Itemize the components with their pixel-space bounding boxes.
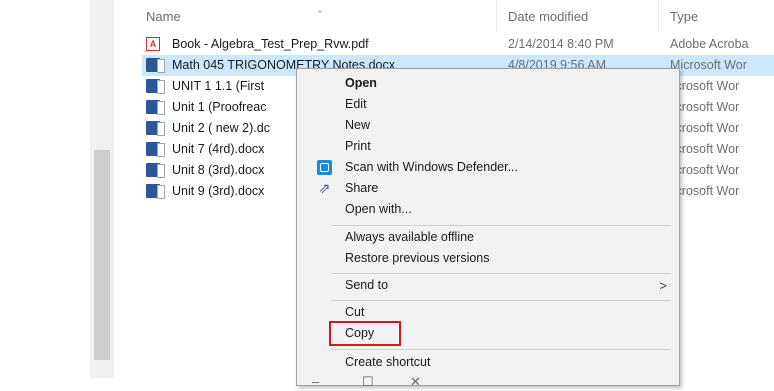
menu-item-label: Always available offline (345, 230, 475, 244)
file-name: Unit 2 ( new 2).dc (172, 121, 270, 135)
word-doc-icon (146, 121, 165, 136)
menu-item-cut[interactable]: Cut (297, 302, 679, 323)
menu-item-label: Create shortcut (345, 355, 431, 369)
menu-item-open[interactable]: Open (297, 73, 679, 94)
share-icon: ⇗ (318, 180, 331, 196)
file-name: Unit 7 (4rd).docx (172, 142, 265, 156)
menu-item-label: Send to (345, 278, 389, 292)
menu-item-print[interactable]: Print (297, 136, 679, 157)
word-doc-icon (146, 58, 165, 73)
menu-item-edit[interactable]: Edit (297, 94, 679, 115)
menu-item-label: Cut (345, 305, 365, 319)
menu-item-label: Scan with Windows Defender... (345, 160, 518, 174)
file-type: licrosoft Wor (670, 79, 740, 93)
file-name: Unit 1 (Proofreac (172, 100, 267, 114)
word-doc-icon (146, 163, 165, 178)
menu-item-label: Open (345, 76, 377, 90)
sort-caret-icon: ⌃ (316, 9, 324, 19)
word-doc-icon (146, 184, 165, 199)
menu-separator (331, 300, 671, 301)
menu-item-new[interactable]: New (297, 115, 679, 136)
word-doc-icon (146, 79, 165, 94)
word-doc-icon (146, 142, 165, 157)
menu-item-label: Restore previous versions (345, 251, 490, 265)
file-date: 2/14/2014 8:40 PM (508, 37, 614, 51)
scrollbar-thumb[interactable] (94, 150, 110, 360)
column-header-name[interactable]: Name (146, 9, 181, 24)
file-name: UNIT 1 1.1 (First (172, 79, 265, 93)
menu-item-offline[interactable]: Always available offline (297, 227, 679, 248)
menu-item-label: New (345, 118, 371, 132)
menu-item-send-to[interactable]: Send to > (297, 275, 679, 296)
file-name: Unit 9 (3rd).docx (172, 184, 265, 198)
file-type: licrosoft Wor (670, 100, 740, 114)
copy-highlight-box (329, 321, 401, 346)
file-name: Unit 8 (3rd).docx (172, 163, 265, 177)
file-type: Adobe Acroba (670, 37, 749, 51)
close-icon[interactable]: ✕ (410, 374, 421, 390)
menu-item-share[interactable]: ⇗ Share (297, 178, 679, 199)
menu-item-open-with[interactable]: Open with... (297, 199, 679, 220)
window-controls: – ☐ ✕ (296, 374, 456, 391)
windows-defender-icon (317, 160, 332, 175)
menu-separator (331, 225, 671, 226)
menu-item-scan[interactable]: Scan with Windows Defender... (297, 157, 679, 178)
context-menu: Open Edit New Print Scan with Windows De… (296, 68, 680, 386)
menu-item-label: Share (345, 181, 379, 195)
maximize-icon[interactable]: ☐ (362, 374, 374, 390)
menu-item-create-shortcut[interactable]: Create shortcut (297, 352, 679, 373)
menu-separator (331, 349, 671, 350)
file-type: licrosoft Wor (670, 121, 740, 135)
menu-item-restore-versions[interactable]: Restore previous versions (297, 248, 679, 269)
word-doc-icon (146, 100, 165, 115)
file-row[interactable]: A Book - Algebra_Test_Prep_Rvw.pdf 2/14/… (142, 34, 774, 55)
column-divider[interactable] (496, 0, 497, 32)
menu-item-label: Print (345, 139, 371, 153)
column-headers: ⌃ Name Date modified Type (120, 0, 774, 32)
file-type: licrosoft Wor (670, 142, 740, 156)
file-type: Microsoft Wor (670, 58, 747, 72)
column-divider[interactable] (658, 0, 659, 32)
menu-item-label: Edit (345, 97, 367, 111)
file-type: licrosoft Wor (670, 184, 740, 198)
menu-separator (331, 273, 671, 274)
file-name: Book - Algebra_Test_Prep_Rvw.pdf (172, 37, 369, 51)
pdf-icon: A (146, 37, 160, 51)
file-type: licrosoft Wor (670, 163, 740, 177)
submenu-arrow-icon: > (659, 278, 667, 293)
menu-item-label: Open with... (345, 202, 412, 216)
column-header-date[interactable]: Date modified (508, 9, 588, 24)
minimize-icon[interactable]: – (312, 374, 319, 389)
column-header-type[interactable]: Type (670, 9, 698, 24)
